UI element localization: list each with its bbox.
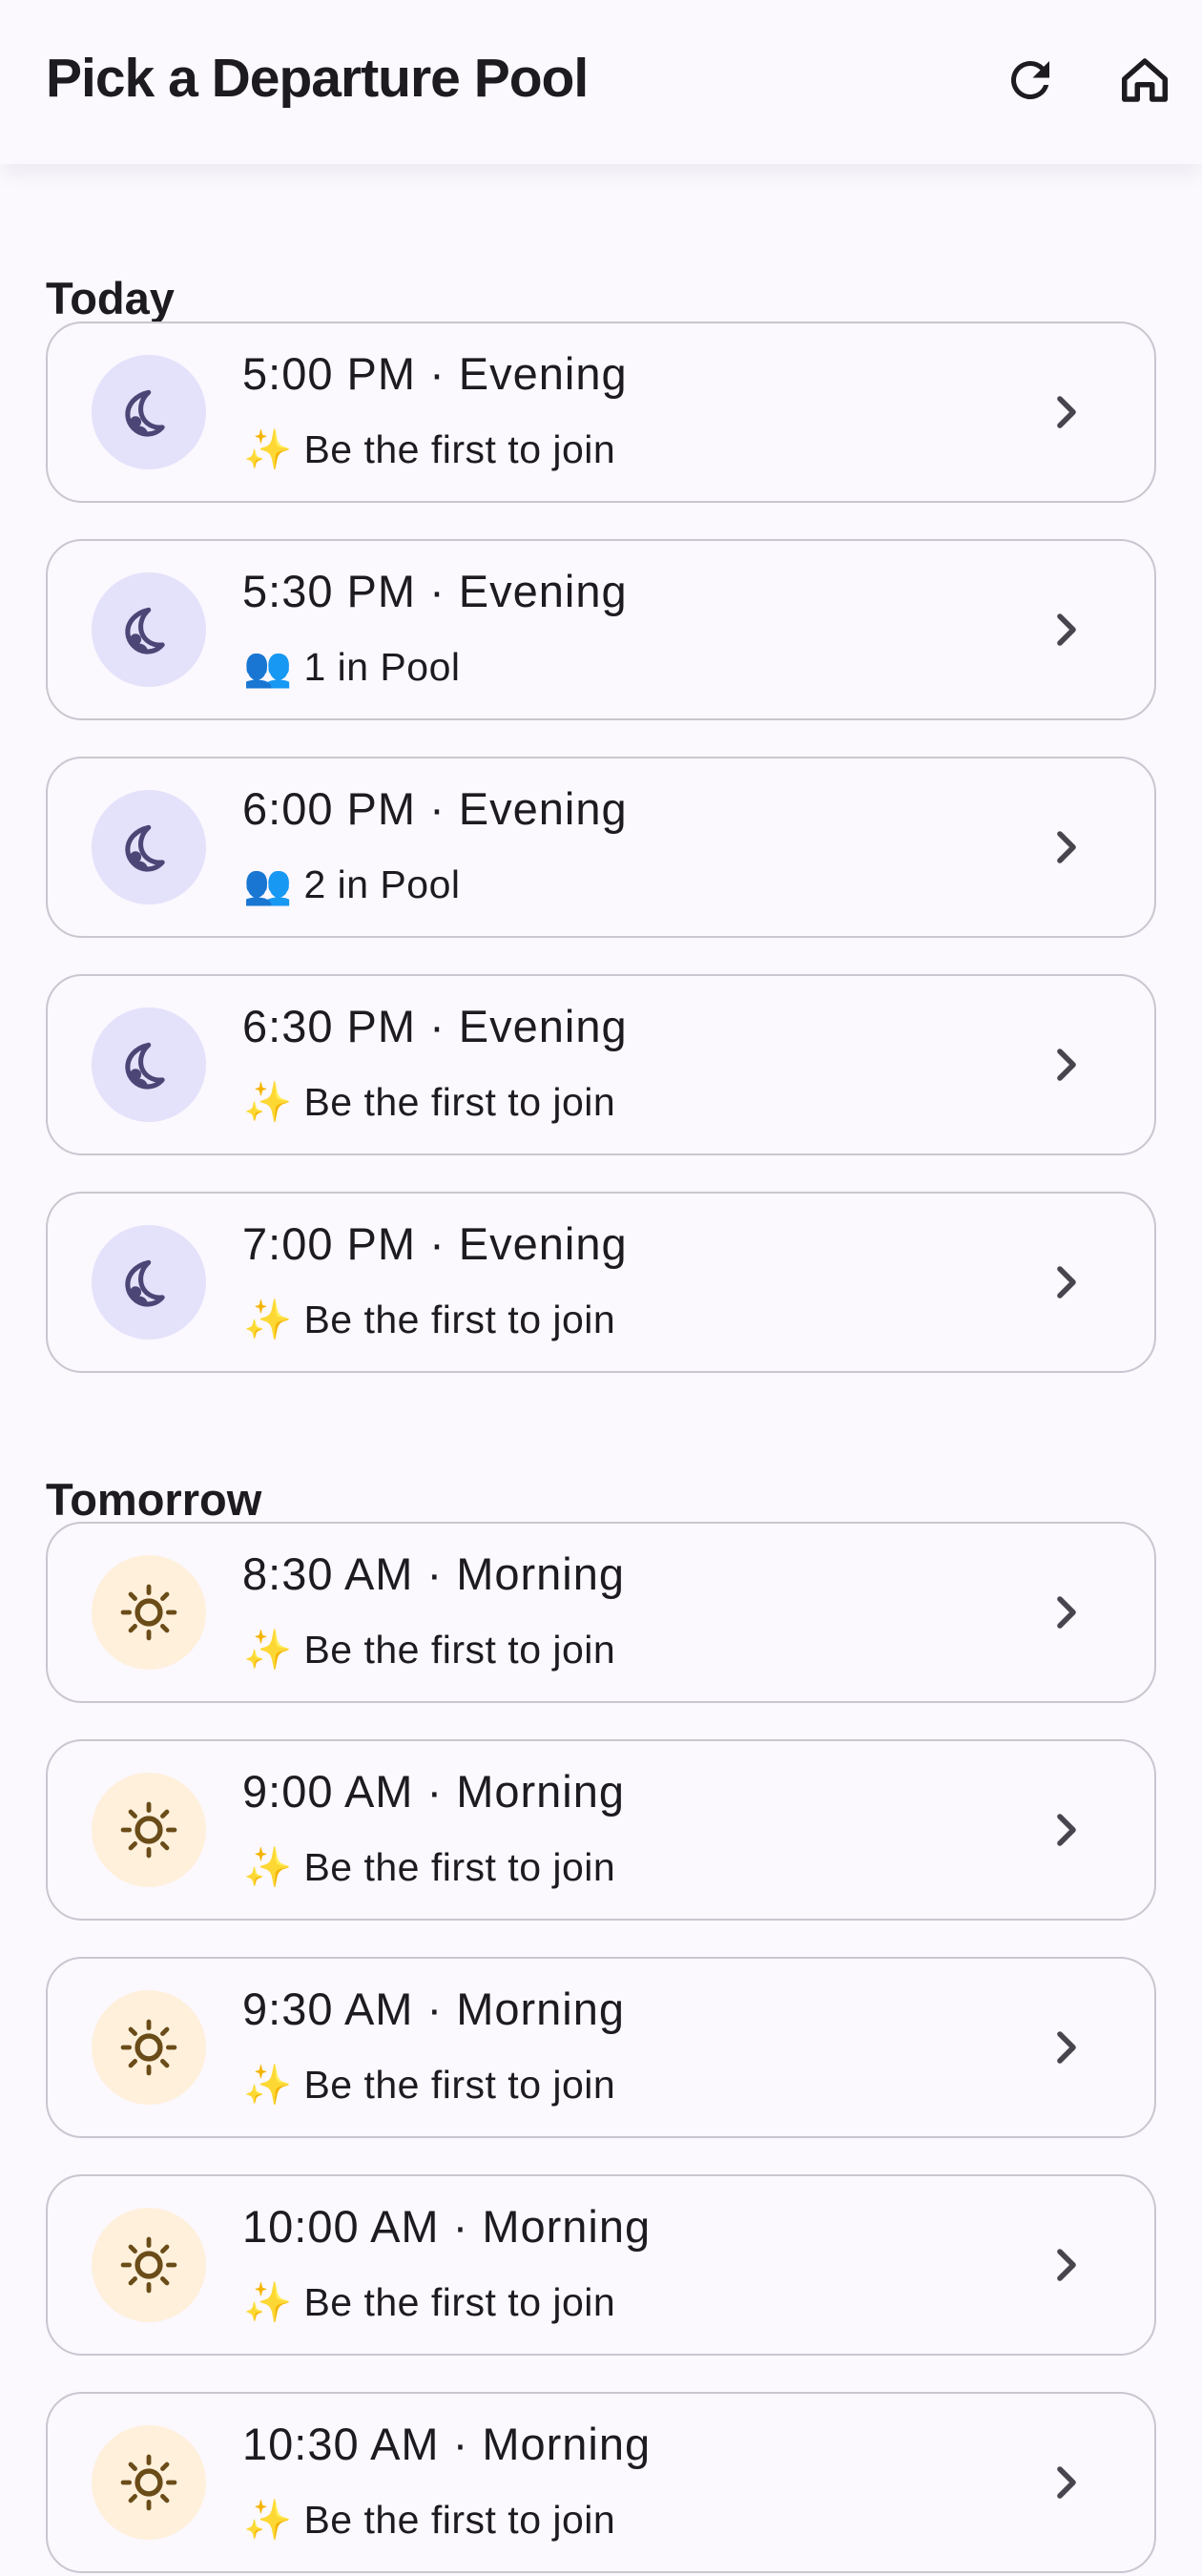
pool-time-label: 6:30 PM · Evening [242,1001,628,1051]
departure-pool-list-page: Today 5:00 PM · Evening ✨ Be the first t… [0,164,1202,2576]
pool-time-label: 10:00 AM · Morning [242,2201,652,2252]
pool-card-tomorrow-1030-am[interactable]: 10:30 AM · Morning ✨ Be the first to joi… [46,2392,1156,2573]
home-icon [1122,58,1168,102]
tomorrow-pool-list: 8:30 AM · Morning ✨ Be the first to join… [46,1522,1156,2576]
pool-card-tomorrow-930-am[interactable]: 9:30 AM · Morning ✨ Be the first to join [46,1957,1156,2138]
chevron-right-icon [1057,613,1076,646]
chevron-right-icon [1057,2031,1076,2064]
morning-icon-container [92,2208,206,2322]
evening-icon-container [92,790,206,904]
pool-card-today-600-pm[interactable]: 6:00 PM · Evening 👥 2 in Pool [46,757,1156,938]
today-section-title: Today [46,273,175,323]
moon-icon [125,607,165,654]
pool-time-label: 10:30 AM · Morning [242,2419,652,2469]
pool-status-label: ✨ Be the first to join [243,1628,616,1672]
morning-icon-container [92,2425,206,2540]
pool-card-tomorrow-900-am[interactable]: 9:00 AM · Morning ✨ Be the first to join [46,1739,1156,1921]
pool-time-label: 5:00 PM · Evening [242,348,628,399]
pool-card-today-500-pm[interactable]: 5:00 PM · Evening ✨ Be the first to join [46,322,1156,503]
chevron-right-icon [1057,2249,1076,2281]
pool-status-label: ✨ Be the first to join [243,2498,616,2542]
top-app-bar: Pick a Departure Pool [0,0,1202,164]
pool-status-label: ✨ Be the first to join [243,427,616,471]
morning-icon-container [92,1555,206,1670]
pool-status-label: ✨ Be the first to join [243,1845,616,1889]
evening-icon-container [92,1225,206,1340]
pool-status-label: ✨ Be the first to join [243,1298,616,1341]
moon-icon [125,389,165,437]
pool-time-label: 7:00 PM · Evening [242,1218,628,1269]
evening-icon-container [92,1008,206,1122]
chevron-right-icon [1057,396,1076,428]
chevron-right-icon [1057,1266,1076,1298]
chevron-right-icon [1057,2466,1076,2499]
evening-icon-container [92,355,206,469]
today-pool-list: 5:00 PM · Evening ✨ Be the first to join… [46,322,1156,1409]
tomorrow-section-title: Tomorrow [46,1474,262,1525]
pool-card-today-700-pm[interactable]: 7:00 PM · Evening ✨ Be the first to join [46,1192,1156,1373]
sun-icon [120,1584,177,1641]
sun-icon [120,2019,177,2076]
pool-time-label: 9:00 AM · Morning [242,1766,626,1817]
pool-status-label: ✨ Be the first to join [243,2063,616,2107]
refresh-icon [1010,60,1049,99]
sun-icon [120,2236,177,2294]
chevron-right-icon [1057,831,1076,863]
pool-time-label: 6:00 PM · Evening [242,783,628,834]
pool-card-tomorrow-830-am[interactable]: 8:30 AM · Morning ✨ Be the first to join [46,1522,1156,1703]
pool-status-label: 👥 2 in Pool [243,862,461,906]
evening-icon-container [92,572,206,687]
chevron-right-icon [1057,1814,1076,1846]
moon-icon [125,1259,165,1307]
chevron-right-icon [1057,1049,1076,1081]
pool-status-label: 👥 1 in Pool [243,645,461,689]
pool-time-label: 8:30 AM · Morning [242,1548,626,1599]
home-button[interactable] [1103,38,1187,122]
page-title: Pick a Departure Pool [46,48,589,109]
pool-card-today-630-pm[interactable]: 6:30 PM · Evening ✨ Be the first to join [46,974,1156,1155]
chevron-right-icon [1057,1596,1076,1629]
pool-card-today-530-pm[interactable]: 5:30 PM · Evening 👥 1 in Pool [46,539,1156,720]
refresh-button[interactable] [988,38,1072,122]
pool-status-label: ✨ Be the first to join [243,1080,616,1124]
morning-icon-container [92,1773,206,1887]
morning-icon-container [92,1990,206,2105]
sun-icon [120,2454,177,2511]
pool-status-label: ✨ Be the first to join [243,2280,616,2324]
moon-icon [125,1042,165,1090]
moon-icon [125,824,165,872]
pool-time-label: 5:30 PM · Evening [242,566,628,616]
pool-time-label: 9:30 AM · Morning [242,1984,626,2034]
sun-icon [120,1801,177,1859]
pool-card-tomorrow-1000-am[interactable]: 10:00 AM · Morning ✨ Be the first to joi… [46,2174,1156,2356]
